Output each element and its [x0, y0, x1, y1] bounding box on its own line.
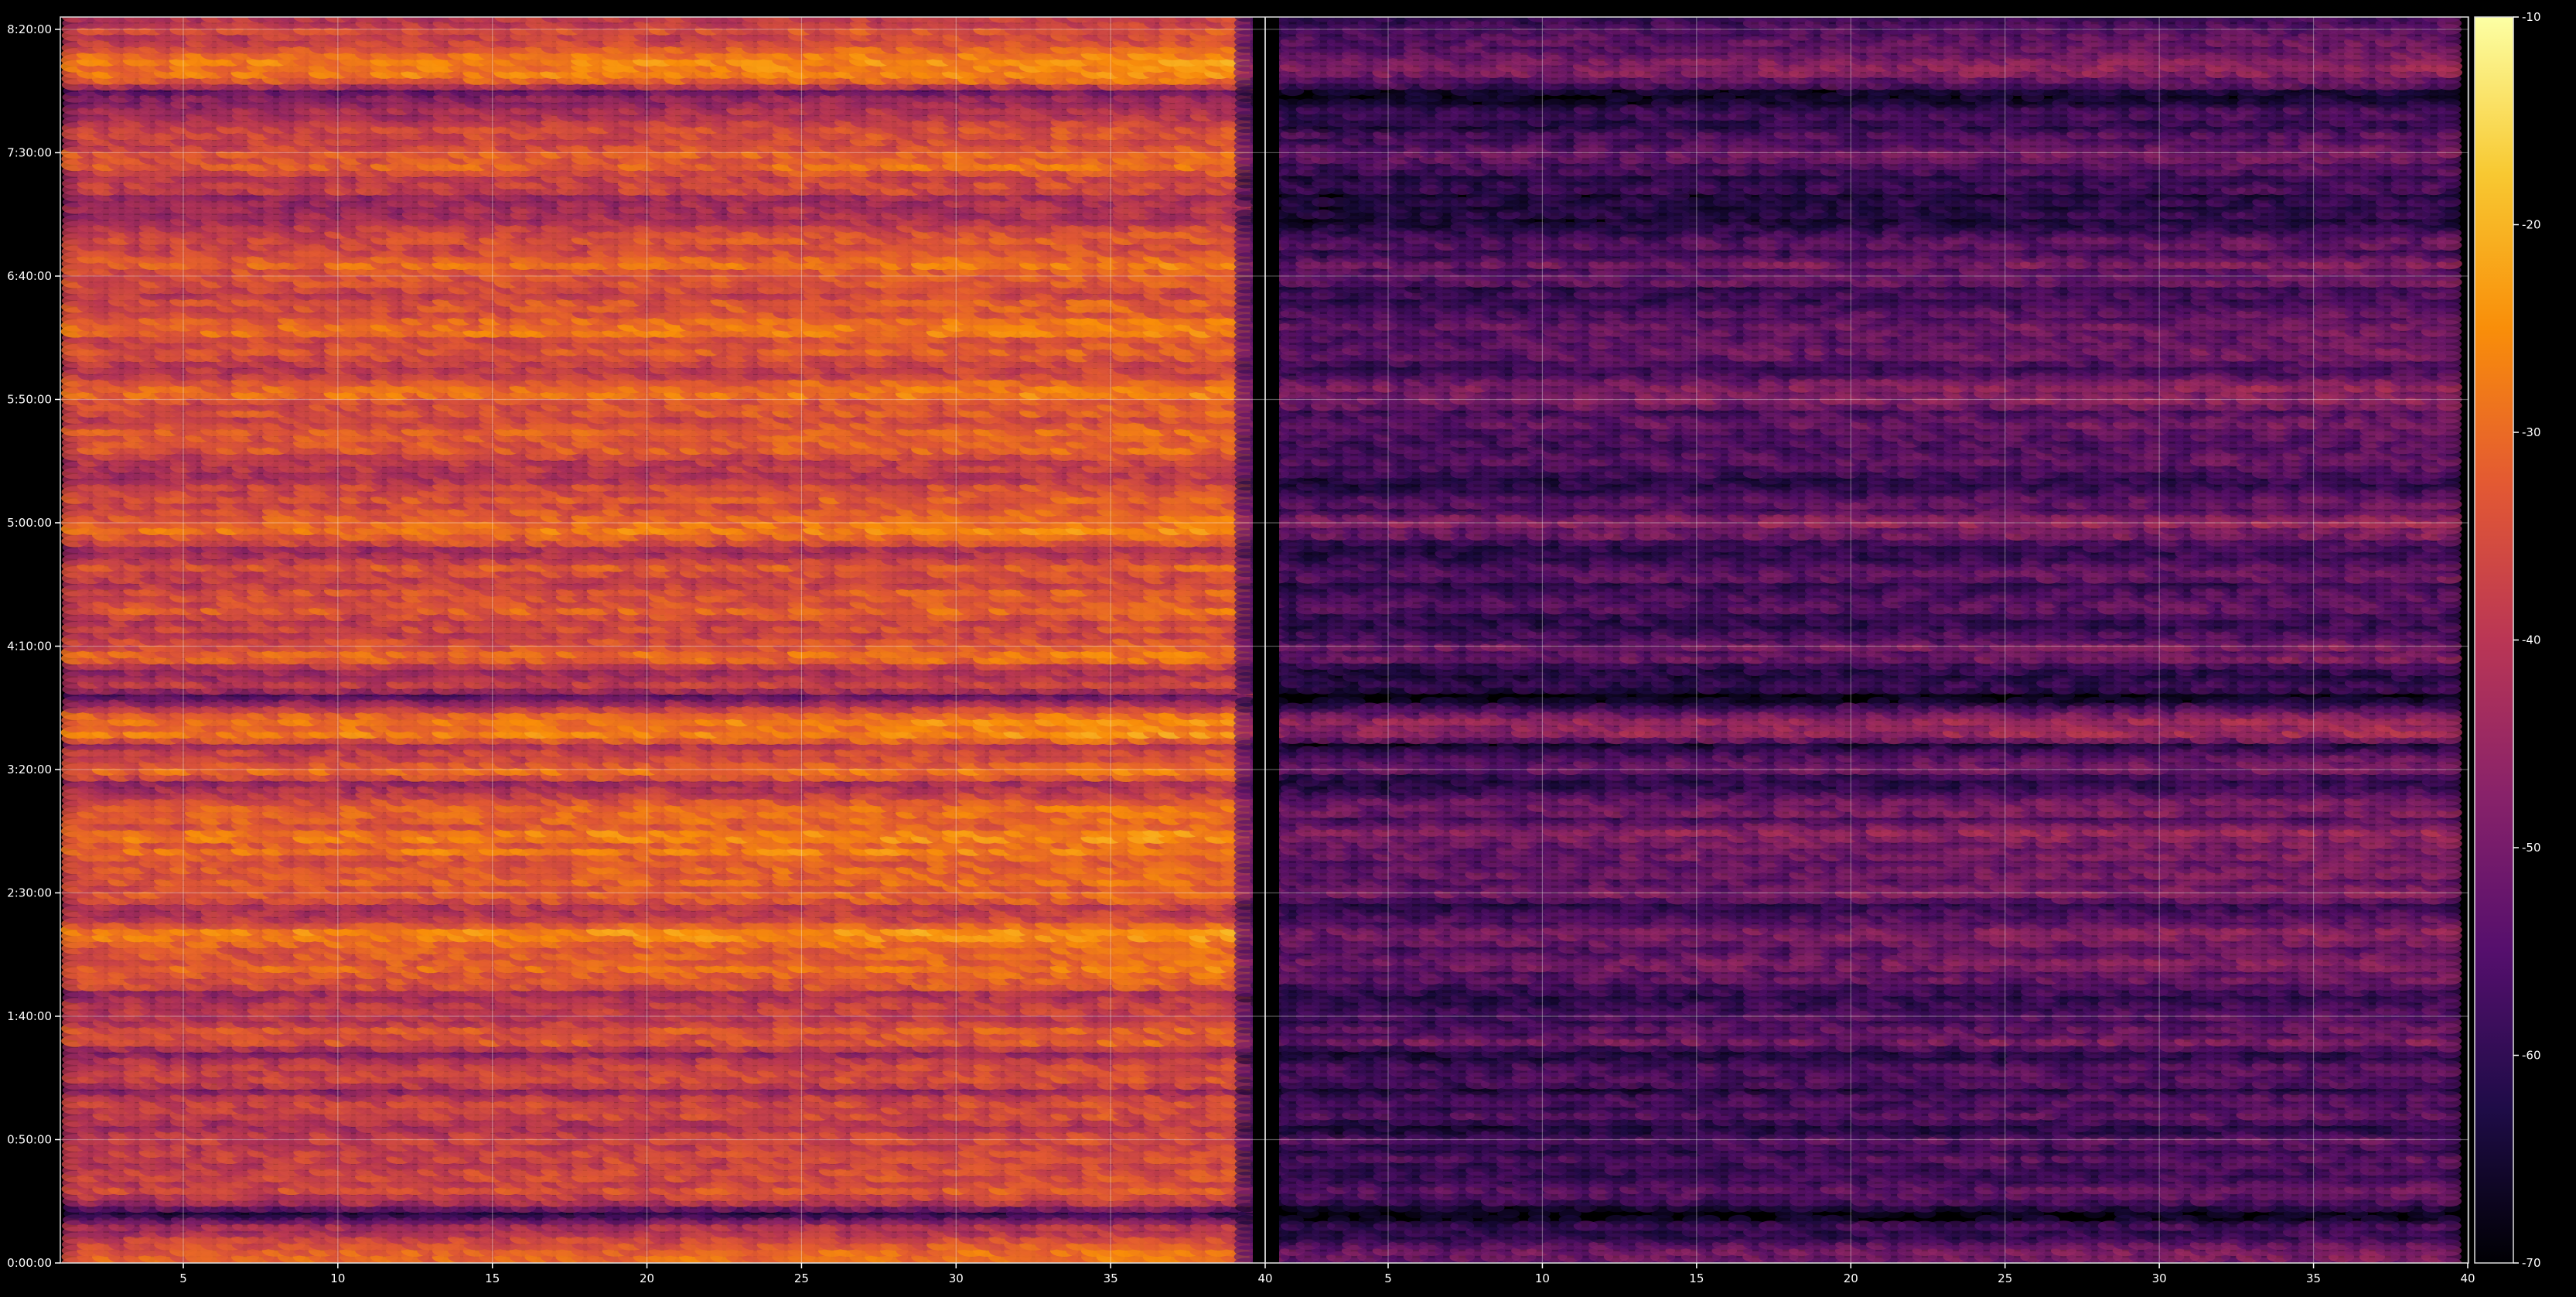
heatmap-figure: 0:00:00 0:50:00 1:40:00 2:30:00 3:20:00 4:10:…	[0, 0, 2576, 1293]
heatmap-chart: 0:00:000:50:001:40:002:30:003:20:004:10:…	[0, 0, 2576, 1293]
heatmap-marks	[60, 11, 2469, 1269]
